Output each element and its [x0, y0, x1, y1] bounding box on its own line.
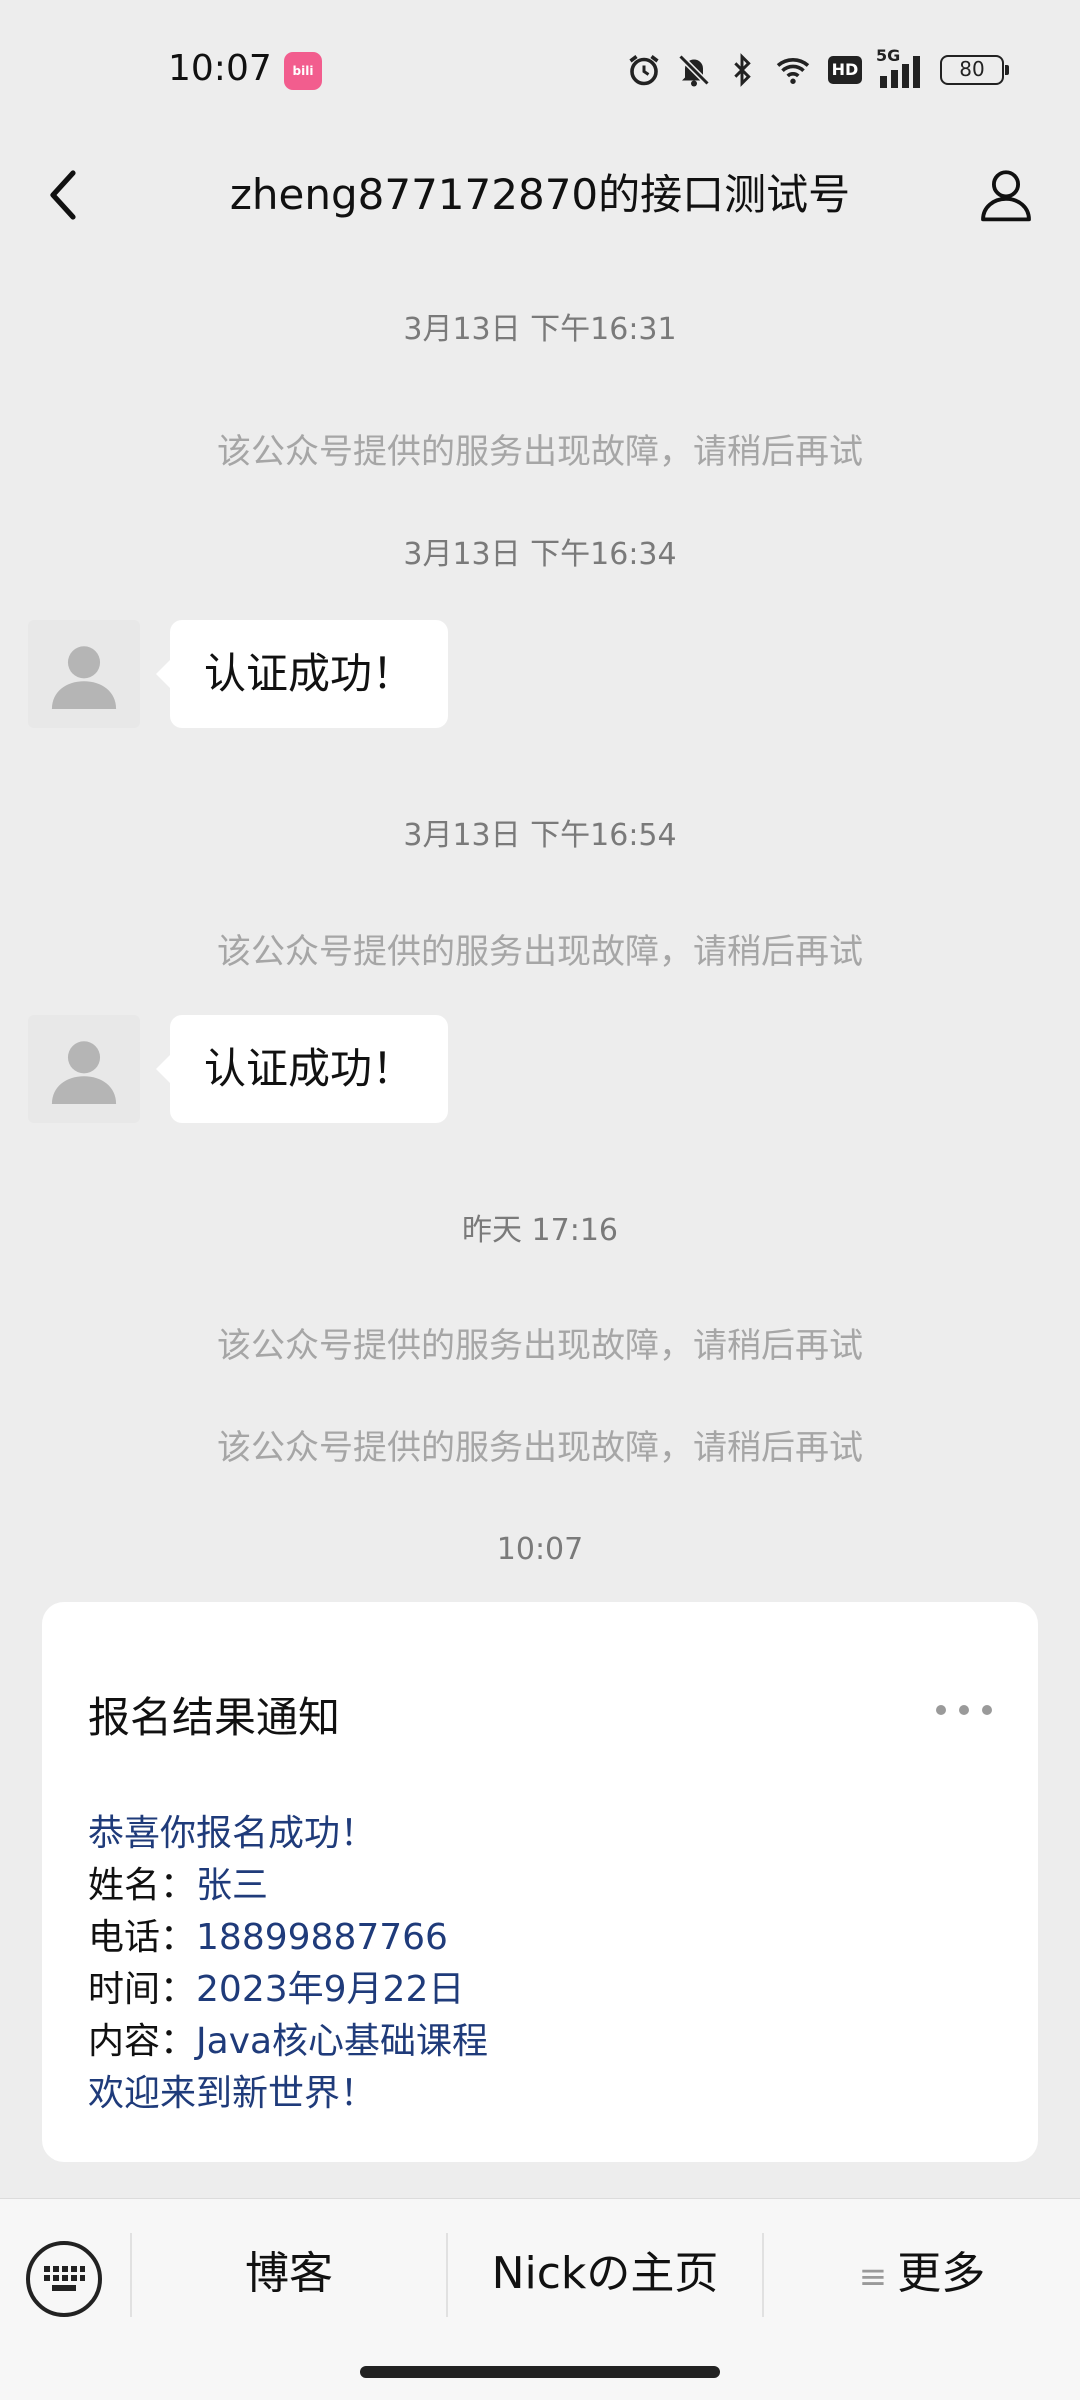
alarm-icon — [629, 55, 659, 86]
timestamp: 10:07 — [496, 1532, 584, 1567]
system-message: 该公众号提供的服务出现故障，请稍后再试 — [217, 932, 863, 972]
mute-icon — [678, 54, 710, 87]
system-message: 该公众号提供的服务出现故障，请稍后再试 — [217, 1326, 863, 1366]
card-greeting: 恭喜你报名成功！ — [88, 1813, 377, 1854]
chevron-left-icon — [50, 170, 76, 220]
content-label: 内容： — [88, 2021, 197, 2062]
card-phone-row: 电话：18899887766 — [88, 1912, 488, 1964]
keyboard-toggle-button[interactable] — [26, 2241, 102, 2317]
card-title: 报名结果通知 — [88, 1693, 341, 1742]
name-label: 姓名： — [88, 1865, 197, 1906]
timestamp: 3月13日 下午16:34 — [403, 537, 677, 572]
avatar[interactable] — [28, 1015, 140, 1123]
time-value: 2023年9月22日 — [196, 1969, 465, 2010]
timestamp: 3月13日 下午16:54 — [403, 818, 677, 853]
system-message: 该公众号提供的服务出现故障，请稍后再试 — [217, 432, 863, 472]
status-icons: HD 5G 80 — [626, 46, 1009, 92]
more-options-icon[interactable] — [936, 1698, 992, 1722]
wifi-icon — [776, 58, 810, 84]
page-title: zheng877172870的接口测试号 — [229, 170, 851, 219]
profile-button[interactable] — [966, 154, 1046, 234]
menu-item-blog[interactable]: 博客 — [132, 2199, 446, 2349]
chat-header: zheng877172870的接口测试号 — [0, 140, 1080, 250]
bluetooth-icon — [734, 53, 751, 87]
name-value: 张三 — [196, 1865, 269, 1906]
timestamp: 3月13日 下午16:31 — [403, 312, 677, 347]
status-time: 10:07 — [168, 48, 272, 89]
menu-lines-icon: ≡ — [858, 2257, 888, 2297]
signal-icon: 5G — [876, 46, 926, 90]
person-icon — [981, 170, 1031, 222]
menu-item-homepage[interactable]: Nickの主页 — [448, 2199, 762, 2349]
phone-value: 18899887766 — [196, 1917, 448, 1958]
default-avatar-icon — [51, 646, 117, 709]
battery-icon: 80 — [940, 55, 1009, 85]
menu-item-more[interactable]: ≡ 更多 — [764, 2199, 1080, 2349]
card-body: 恭喜你报名成功！ 姓名：张三 电话：18899887766 时间：2023年9月… — [88, 1808, 488, 2120]
keyboard-icon — [44, 2266, 85, 2291]
card-time-row: 时间：2023年9月22日 — [88, 1964, 488, 2016]
phone-label: 电话： — [88, 1917, 197, 1958]
status-bar: 10:07 bili HD 5G 80 — [0, 0, 1080, 140]
bilibili-app-icon: bili — [284, 52, 322, 90]
card-content-row: 内容：Java核心基础课程 — [88, 2016, 488, 2068]
card-name-row: 姓名：张三 — [88, 1860, 488, 1912]
default-avatar-icon — [51, 1041, 117, 1104]
system-message: 该公众号提供的服务出现故障，请稍后再试 — [217, 1428, 863, 1468]
network-label: 5G — [876, 46, 901, 65]
menu-item-more-label: 更多 — [897, 2248, 986, 2299]
content-value: Java核心基础课程 — [196, 2021, 489, 2062]
back-button[interactable] — [30, 160, 100, 230]
card-closing: 欢迎来到新世界！ — [88, 2073, 377, 2114]
avatar[interactable] — [28, 620, 140, 728]
message-bubble[interactable]: 认证成功！ — [155, 1015, 449, 1123]
home-indicator[interactable] — [360, 2366, 720, 2378]
hd-icon: HD — [828, 56, 862, 84]
timestamp: 昨天 17:16 — [462, 1213, 618, 1248]
time-label: 时间： — [88, 1969, 197, 2010]
message-bubble[interactable]: 认证成功！ — [155, 620, 449, 728]
notification-card[interactable]: 报名结果通知 恭喜你报名成功！ 姓名：张三 电话：18899887766 时间：… — [42, 1602, 1038, 2162]
